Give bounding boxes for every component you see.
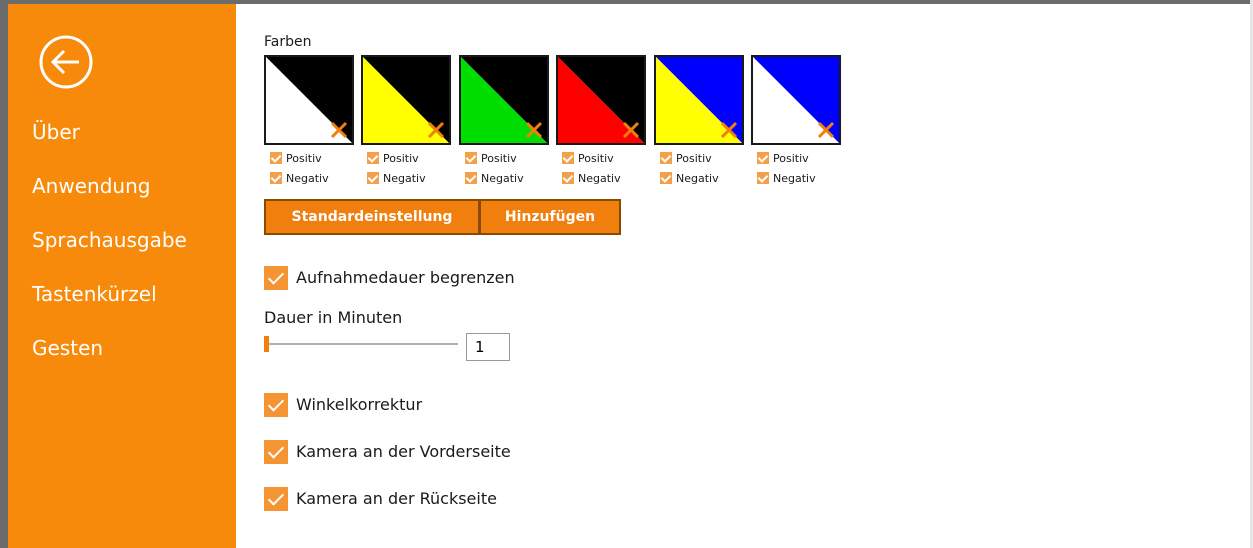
duration-label: Dauer in Minuten: [264, 308, 403, 327]
checkbox-checked-icon: [264, 487, 288, 511]
swatch-negativ-label: Negativ: [676, 172, 719, 185]
window-left-border: [0, 0, 8, 548]
colors-section-title: Farben: [264, 34, 312, 50]
back-button[interactable]: [38, 34, 94, 90]
checkbox-checked-icon: [367, 152, 379, 164]
close-x-icon[interactable]: [815, 119, 837, 141]
swatch-positiv-label: Positiv: [481, 152, 517, 165]
swatch-positiv-checkbox[interactable]: Positiv: [367, 151, 419, 167]
color-swatch[interactable]: [459, 55, 549, 145]
checkbox-checked-icon: [660, 172, 672, 184]
swatch-negativ-checkbox[interactable]: Negativ: [367, 171, 426, 187]
default-settings-button[interactable]: Standardeinstellung: [264, 199, 480, 235]
close-x-icon[interactable]: [523, 119, 545, 141]
checkbox-checked-icon: [757, 172, 769, 184]
duration-input[interactable]: [466, 333, 510, 361]
sidebar-nav: Über Anwendung Sprachausgabe Tastenkürze…: [32, 114, 187, 384]
checkbox-checked-icon: [465, 152, 477, 164]
checkbox-checked-icon: [757, 152, 769, 164]
color-swatch[interactable]: [654, 55, 744, 145]
limit-duration-label: Aufnahmedauer begrenzen: [296, 268, 515, 287]
sidebar-item-tastenkuerzel[interactable]: Tastenkürzel: [32, 276, 187, 330]
checkbox-checked-icon: [264, 440, 288, 464]
swatch-negativ-label: Negativ: [578, 172, 621, 185]
checkbox-checked-icon: [465, 172, 477, 184]
swatch-negativ-label: Negativ: [383, 172, 426, 185]
sidebar-item-sprachausgabe[interactable]: Sprachausgabe: [32, 222, 187, 276]
close-x-icon[interactable]: [620, 119, 642, 141]
swatch-negativ-label: Negativ: [773, 172, 816, 185]
swatch-positiv-label: Positiv: [286, 152, 322, 165]
color-swatch[interactable]: [361, 55, 451, 145]
rear-camera-label: Kamera an der Rückseite: [296, 489, 497, 508]
add-color-button[interactable]: Hinzufügen: [479, 199, 621, 235]
checkbox-checked-icon: [264, 266, 288, 290]
sidebar-item-gesten[interactable]: Gesten: [32, 330, 187, 384]
checkbox-checked-icon: [270, 172, 282, 184]
checkbox-checked-icon: [270, 152, 282, 164]
color-swatch[interactable]: [556, 55, 646, 145]
color-swatch[interactable]: [264, 55, 354, 145]
swatch-positiv-checkbox[interactable]: Positiv: [270, 151, 322, 167]
checkbox-checked-icon: [562, 152, 574, 164]
swatch-positiv-label: Positiv: [383, 152, 419, 165]
swatch-positiv-label: Positiv: [676, 152, 712, 165]
swatch-positiv-checkbox[interactable]: Positiv: [660, 151, 712, 167]
swatch-positiv-checkbox[interactable]: Positiv: [757, 151, 809, 167]
back-arrow-circle-icon: [39, 35, 93, 89]
close-x-icon[interactable]: [425, 119, 447, 141]
close-x-icon[interactable]: [328, 119, 350, 141]
swatch-negativ-checkbox[interactable]: Negativ: [660, 171, 719, 187]
front-camera-label: Kamera an der Vorderseite: [296, 442, 511, 461]
swatch-positiv-checkbox[interactable]: Positiv: [465, 151, 517, 167]
sidebar-item-anwendung[interactable]: Anwendung: [32, 168, 187, 222]
checkbox-checked-icon: [264, 393, 288, 417]
duration-slider-thumb[interactable]: [264, 336, 269, 352]
checkbox-checked-icon: [660, 152, 672, 164]
swatch-negativ-checkbox[interactable]: Negativ: [465, 171, 524, 187]
swatch-negativ-label: Negativ: [286, 172, 329, 185]
swatch-negativ-label: Negativ: [481, 172, 524, 185]
swatch-positiv-checkbox[interactable]: Positiv: [562, 151, 614, 167]
sidebar: Über Anwendung Sprachausgabe Tastenkürze…: [8, 4, 236, 548]
swatch-negativ-checkbox[interactable]: Negativ: [757, 171, 816, 187]
angle-correction-label: Winkelkorrektur: [296, 395, 423, 414]
color-swatch[interactable]: [751, 55, 841, 145]
swatch-positiv-label: Positiv: [773, 152, 809, 165]
sidebar-item-uber[interactable]: Über: [32, 114, 187, 168]
swatch-negativ-checkbox[interactable]: Negativ: [562, 171, 621, 187]
checkbox-checked-icon: [562, 172, 574, 184]
close-x-icon[interactable]: [718, 119, 740, 141]
checkbox-checked-icon: [367, 172, 379, 184]
swatch-negativ-checkbox[interactable]: Negativ: [270, 171, 329, 187]
swatch-positiv-label: Positiv: [578, 152, 614, 165]
duration-slider-track[interactable]: [264, 343, 458, 345]
